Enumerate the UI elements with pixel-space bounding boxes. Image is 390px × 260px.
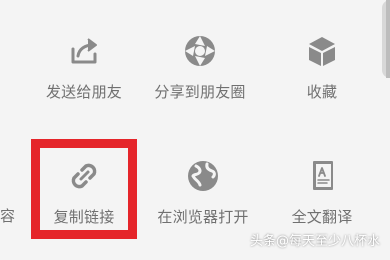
full-text-translate-option[interactable]: 全文翻译 (267, 156, 377, 234)
send-to-friend-option[interactable]: 发送给朋友 (29, 31, 139, 109)
favorite-label: 收藏 (306, 83, 338, 101)
favorite-cube-icon (302, 31, 342, 71)
watermark: 头条@每天至少八杯水 (249, 234, 380, 249)
open-in-browser-label: 在浏览器打开 (157, 208, 249, 226)
send-to-friend-label: 发送给朋友 (45, 83, 122, 101)
share-to-moments-option[interactable]: 分享到朋友圈 (145, 31, 255, 109)
partial-menu-item-label: 容 (0, 207, 16, 225)
moments-icon (180, 31, 220, 71)
globe-icon (183, 156, 223, 196)
translate-document-icon (302, 156, 342, 196)
share-to-moments-label: 分享到朋友圈 (154, 83, 246, 101)
full-text-translate-label: 全文翻译 (291, 208, 353, 226)
scrollbar[interactable] (382, 0, 390, 78)
copy-link-option[interactable]: 复制链接 (29, 156, 139, 234)
share-menu-screen: 发送给朋友 分享到朋友圈 收藏 容 复制链接 在浏览器打开 全文翻译 头条@每天… (0, 0, 390, 260)
send-to-friend-icon (64, 31, 104, 71)
scrollbar-thumb[interactable] (386, 0, 390, 78)
open-in-browser-option[interactable]: 在浏览器打开 (148, 156, 258, 234)
favorite-option[interactable]: 收藏 (267, 31, 377, 109)
copy-link-label: 复制链接 (53, 208, 115, 226)
link-icon (64, 156, 104, 196)
